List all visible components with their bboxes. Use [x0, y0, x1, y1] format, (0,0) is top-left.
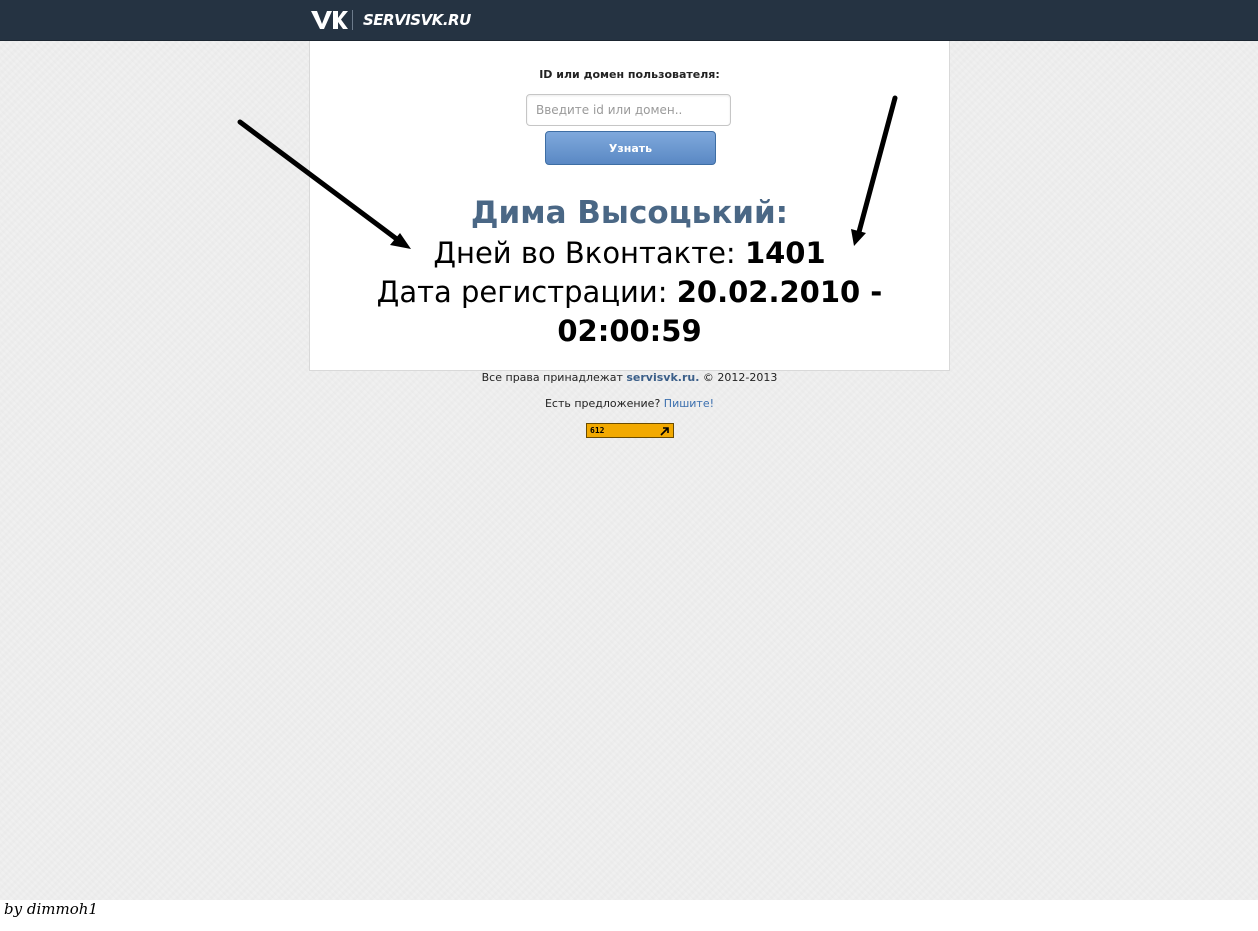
write-link[interactable]: Пишите!	[664, 397, 714, 410]
id-field-label: ID или домен пользователя:	[539, 68, 720, 81]
result-registration-line: Дата регистрации: 20.02.2010 -	[310, 273, 949, 311]
registration-date: 20.02.2010 -	[676, 275, 883, 309]
vk-logo-icon	[311, 11, 348, 29]
offer-prefix: Есть предложение?	[544, 397, 664, 410]
signature-text: by dimmoh1	[4, 900, 98, 918]
top-header-bar: SERVISVK.RU	[0, 0, 1258, 41]
offer-line: Есть предложение? Пишите!	[309, 397, 950, 410]
result-user-name: Дима Высоцький:	[470, 195, 789, 231]
lookup-card: ID или домен пользователя: Узнать Дима В…	[309, 41, 950, 371]
registration-time: 02:00:59	[557, 314, 702, 348]
visit-counter-badge[interactable]: 612	[586, 423, 674, 438]
days-value: 1401	[744, 236, 826, 270]
arrow-up-right-icon	[660, 426, 669, 436]
days-label: Дней во Вконтакте:	[433, 236, 745, 270]
copyright-line: Все права принадлежат servisvk.ru. © 201…	[309, 371, 950, 384]
lookup-button[interactable]: Узнать	[545, 131, 716, 165]
site-link[interactable]: servisvk.ru.	[626, 371, 699, 384]
counter-value: 612	[590, 426, 605, 435]
copyright-years: © 2012-2013	[699, 371, 778, 384]
result-time-line: 02:00:59	[310, 312, 949, 350]
site-logo[interactable]: SERVISVK.RU	[310, 8, 471, 32]
id-input[interactable]	[526, 94, 731, 126]
site-name: SERVISVK.RU	[363, 11, 471, 29]
result-days-line: Дней во Вконтакте: 1401	[310, 234, 949, 272]
bottom-strip	[0, 900, 1258, 931]
copyright-prefix: Все права принадлежат	[481, 371, 627, 384]
registration-label: Дата регистрации:	[376, 275, 677, 309]
logo-divider	[352, 10, 353, 30]
